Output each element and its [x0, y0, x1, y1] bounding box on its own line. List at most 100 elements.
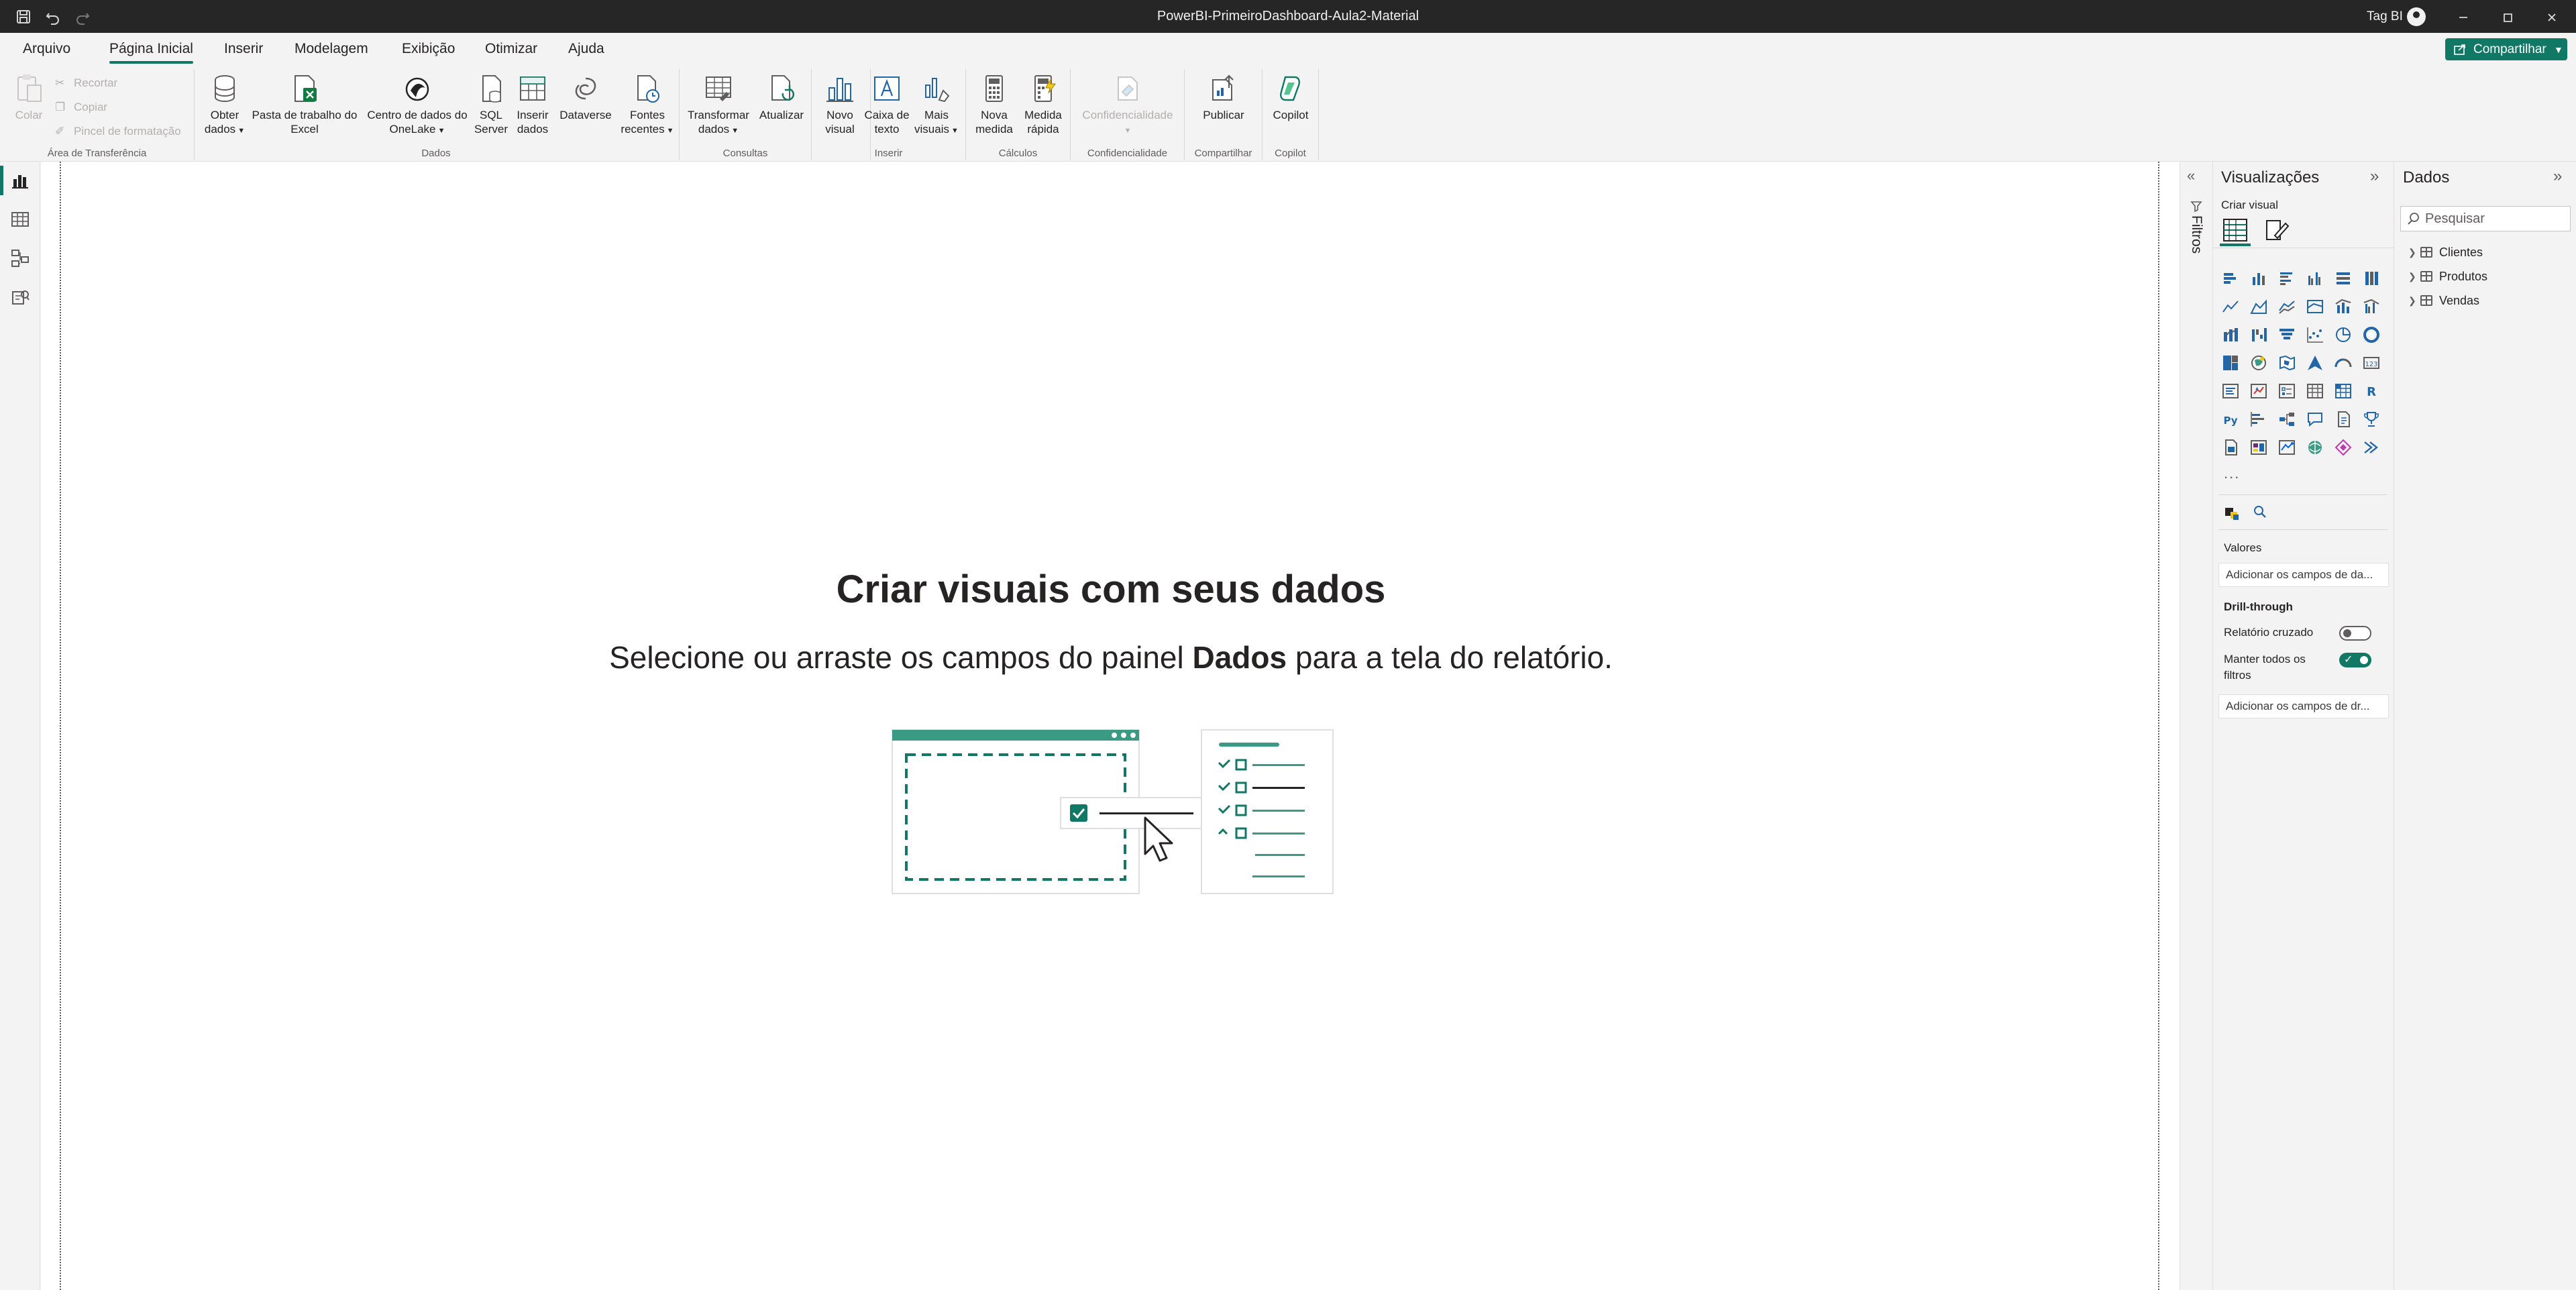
diamond-visual-icon[interactable] — [2334, 438, 2353, 457]
enter-data-button[interactable]: Inserir dados — [511, 73, 554, 136]
slicer-icon[interactable] — [2277, 382, 2296, 400]
model-view-icon[interactable] — [9, 248, 31, 269]
text-box-button[interactable]: Caixa de texto — [863, 73, 911, 136]
values-drop-well[interactable]: Adicionar os campos de da... — [2218, 563, 2389, 587]
copy-button[interactable]: ❐ Copiar — [55, 97, 107, 117]
quick-measure-button[interactable]: Medida rápida — [1020, 73, 1067, 136]
cross-report-toggle[interactable] — [2339, 626, 2371, 641]
metrics-icon[interactable] — [2362, 410, 2381, 429]
report-page[interactable]: Criar visuais com seus dados Selecione o… — [60, 162, 2159, 1290]
multi-row-card-icon[interactable] — [2221, 382, 2240, 400]
report-view-icon[interactable] — [0, 166, 31, 195]
decomposition-tree-icon[interactable] — [2277, 410, 2296, 429]
python-visual-icon[interactable]: Py — [2221, 410, 2240, 429]
share-button[interactable]: Compartilhar ▼ — [2445, 38, 2567, 60]
format-painter-button[interactable]: ✐ Pincel de formatação — [55, 121, 181, 142]
copilot-button[interactable]: Copilot — [1267, 73, 1315, 122]
get-data-button[interactable]: Obter dados ▼ — [201, 73, 248, 138]
new-visual-button[interactable]: Novo visual — [818, 73, 861, 136]
chevron-double-right-icon[interactable]: » — [2370, 167, 2379, 186]
filters-pane-collapsed[interactable]: « Filtros — [2180, 162, 2213, 1290]
analytics-search-icon[interactable] — [2252, 504, 2268, 524]
sql-server-button[interactable]: SQL Server — [472, 73, 510, 136]
onelake-hub-button[interactable]: Centro de dados do OneLake ▼ — [364, 73, 471, 138]
cut-button[interactable]: ✂ Recortar — [55, 73, 117, 93]
waterfall-chart-icon[interactable] — [2249, 325, 2268, 344]
maximize-button[interactable] — [2486, 0, 2529, 33]
data-search-input[interactable]: Pesquisar — [2400, 206, 2571, 231]
minimize-button[interactable] — [2442, 0, 2485, 33]
fields-well-icon[interactable] — [2224, 505, 2240, 521]
stacked-column-chart-icon[interactable] — [2249, 269, 2268, 288]
build-visual-tab[interactable] — [2220, 217, 2251, 246]
tab-pagina-inicial[interactable]: Página Inicial — [109, 33, 193, 66]
paste-button[interactable]: Colar — [11, 73, 47, 122]
dataverse-button[interactable]: Dataverse — [555, 73, 616, 122]
tab-inserir[interactable]: Inserir — [224, 33, 263, 66]
100-stacked-column-chart-icon[interactable] — [2362, 269, 2381, 288]
treemap-icon[interactable] — [2221, 354, 2240, 372]
pie-chart-icon[interactable] — [2334, 325, 2353, 344]
100-stacked-bar-chart-icon[interactable] — [2334, 269, 2353, 288]
chevron-visual-icon[interactable] — [2362, 438, 2381, 457]
funnel-chart-icon[interactable] — [2277, 325, 2296, 344]
table-view-icon[interactable] — [9, 209, 31, 230]
table-item-vendas[interactable]: ❯ Vendas — [2408, 290, 2479, 311]
more-visuals-icon — [922, 73, 951, 104]
excel-workbook-button[interactable]: Pasta de trabalho do Excel — [251, 73, 358, 136]
area-chart-icon[interactable] — [2249, 297, 2268, 316]
drillthrough-drop-well[interactable]: Adicionar os campos de dr... — [2218, 694, 2389, 718]
more-visuals-ellipsis[interactable]: ... — [2224, 465, 2240, 482]
map-icon[interactable] — [2249, 354, 2268, 372]
power-automate-icon[interactable] — [2277, 438, 2296, 457]
tab-modelagem[interactable]: Modelagem — [294, 33, 368, 66]
line-clustered-column-chart-icon[interactable] — [2362, 297, 2381, 316]
clustered-column-chart-icon[interactable] — [2306, 269, 2324, 288]
azure-map-icon[interactable] — [2306, 354, 2324, 372]
ribbon-chart-icon[interactable] — [2221, 325, 2240, 344]
format-visual-tab[interactable] — [2260, 217, 2291, 246]
line-stacked-column-chart-icon[interactable] — [2334, 297, 2353, 316]
close-button[interactable] — [2530, 0, 2573, 33]
user-name[interactable]: Tag BI — [2367, 0, 2403, 33]
table-item-clientes[interactable]: ❯ Clientes — [2408, 242, 2483, 262]
table-icon[interactable] — [2306, 382, 2324, 400]
arcgis-map-icon[interactable] — [2306, 438, 2324, 457]
sensitivity-button[interactable]: Confidencialidade ▼ — [1075, 73, 1181, 138]
chevron-double-right-icon[interactable]: » — [2553, 167, 2562, 186]
donut-chart-icon[interactable] — [2362, 325, 2381, 344]
filled-map-icon[interactable] — [2277, 354, 2296, 372]
publish-button[interactable]: Publicar — [1195, 73, 1252, 122]
table-item-produtos[interactable]: ❯ Produtos — [2408, 266, 2487, 286]
refresh-button[interactable]: Atualizar — [755, 73, 808, 122]
line-chart-icon[interactable] — [2221, 297, 2240, 316]
stacked-bar-chart-icon[interactable] — [2221, 269, 2240, 288]
qna-icon[interactable] — [2306, 410, 2324, 429]
user-avatar-icon[interactable] — [2407, 7, 2426, 26]
tab-arquivo[interactable]: Arquivo — [23, 33, 70, 66]
card-icon[interactable]: 123 — [2362, 354, 2381, 372]
more-visuals-button[interactable]: Mais visuais ▼ — [912, 73, 961, 138]
power-apps-icon[interactable] — [2249, 438, 2268, 457]
key-influencers-icon[interactable] — [2249, 410, 2268, 429]
transform-data-button[interactable]: Transformar dados ▼ — [684, 73, 753, 138]
dax-query-view-icon[interactable] — [9, 286, 31, 308]
matrix-icon[interactable] — [2334, 382, 2353, 400]
scatter-chart-icon[interactable] — [2306, 325, 2324, 344]
gauge-icon[interactable] — [2334, 354, 2353, 372]
clustered-bar-chart-icon[interactable] — [2277, 269, 2296, 288]
100-stacked-area-chart-icon[interactable] — [2306, 297, 2324, 316]
tab-exibicao[interactable]: Exibição — [402, 33, 455, 66]
r-visual-icon[interactable]: R — [2362, 382, 2381, 400]
paginated-report-icon[interactable] — [2221, 438, 2240, 457]
kpi-icon[interactable]: ▲ — [2249, 382, 2268, 400]
smart-narrative-icon[interactable] — [2334, 410, 2353, 429]
new-measure-button[interactable]: Nova medida — [971, 73, 1017, 136]
stacked-area-chart-icon[interactable] — [2277, 297, 2296, 316]
keep-all-filters-toggle[interactable]: ✓ — [2339, 653, 2371, 667]
chevron-double-left-icon[interactable]: « — [2187, 167, 2195, 184]
recent-sources-button[interactable]: Fontes recentes ▼ — [617, 73, 678, 138]
tab-ajuda[interactable]: Ajuda — [568, 33, 604, 66]
tab-otimizar[interactable]: Otimizar — [485, 33, 537, 66]
window-title: PowerBI-PrimeiroDashboard-Aula2-Material — [1157, 9, 1419, 23]
